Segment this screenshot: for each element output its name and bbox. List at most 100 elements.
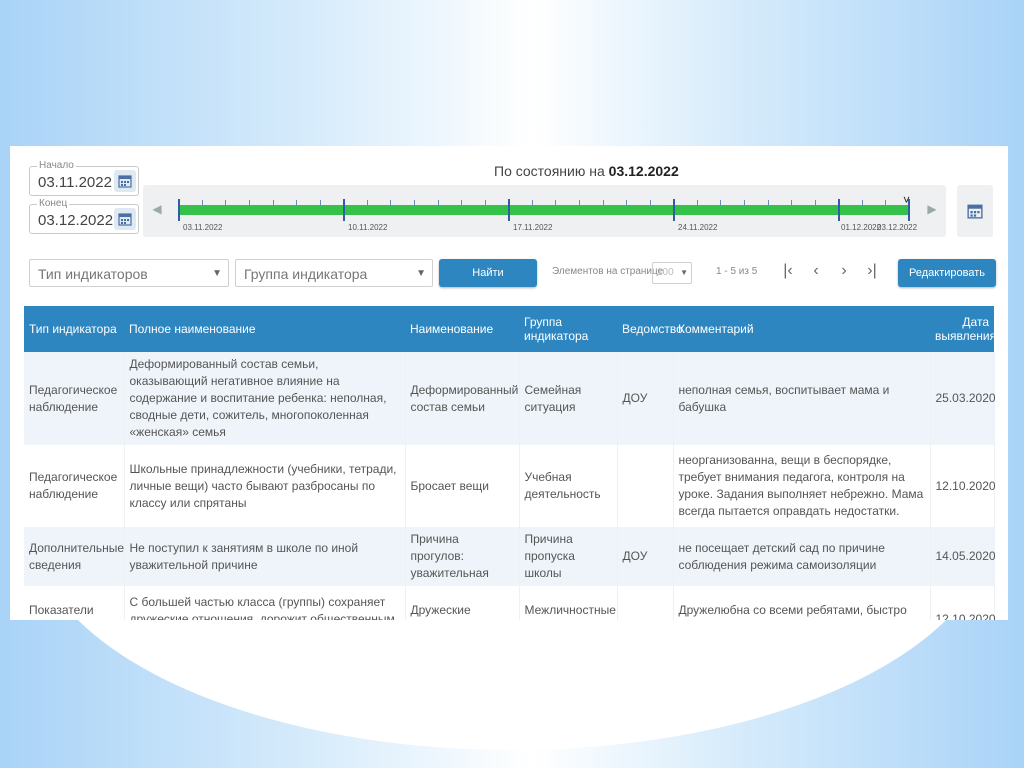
timeline-minor-tick	[461, 200, 462, 206]
timeline-minor-tick	[296, 200, 297, 206]
column-header[interactable]: Комментарий	[673, 306, 930, 352]
timeline-major-tick	[673, 199, 675, 221]
timeline-minor-tick	[862, 200, 863, 206]
table-cell: 14.05.2020	[930, 527, 996, 586]
table-cell: Семейная ситуация	[519, 352, 618, 445]
arrow-right-icon[interactable]: ▶	[924, 201, 940, 217]
table-cell: С большей частью класса (группы) сохраня…	[124, 586, 406, 620]
indicator-group-select[interactable]: Группа индикатора ▼	[235, 259, 433, 287]
column-header[interactable]: Дата выявления	[930, 306, 996, 352]
as-of-date: 03.12.2022	[608, 163, 679, 179]
timeline-label: 03.12.2022	[877, 223, 918, 232]
timeline-handle[interactable]: ˅	[903, 193, 910, 207]
column-header[interactable]: Тип индикатора	[24, 306, 124, 352]
table-cell: Деформированный состав семьи	[405, 352, 520, 445]
timeline-minor-tick	[626, 200, 627, 206]
first-page-icon[interactable]: |‹	[778, 260, 798, 282]
timeline-major-tick	[838, 199, 840, 221]
table-cell: Дополнительные сведения	[24, 527, 125, 586]
timeline-minor-tick	[202, 200, 203, 206]
timeline-minor-tick	[603, 200, 604, 206]
column-header[interactable]: Полное наименование	[124, 306, 405, 352]
arrow-left-icon[interactable]: ◀	[149, 201, 165, 217]
timeline-minor-tick	[768, 200, 769, 206]
per-page-select[interactable]: 100 ▼	[652, 262, 692, 284]
timeline-minor-tick	[579, 200, 580, 206]
prev-page-icon[interactable]: ‹	[806, 260, 826, 282]
indicator-type-placeholder: Тип индикаторов	[38, 266, 148, 282]
column-header[interactable]: Ведомство	[617, 306, 683, 352]
chevron-down-icon: ▼	[680, 268, 688, 277]
start-date-value[interactable]: 03.11.2022	[38, 174, 112, 191]
timeline-slider[interactable]: ◀ ˅ 03.11.2022 10.11.2022 17.11.2022 24.…	[143, 185, 946, 237]
column-header[interactable]: Наименование	[405, 306, 519, 352]
table-cell: Причина пропуска школы	[519, 527, 618, 586]
table-row[interactable]: Дополнительные сведения Не поступил к за…	[24, 527, 996, 586]
table-header-row: Тип индикатора Полное наименование Наиме…	[24, 306, 996, 352]
as-of-heading: По состоянию на 03.12.2022	[494, 163, 679, 179]
indicators-table: Тип индикатора Полное наименование Наиме…	[24, 306, 996, 620]
per-page-value: 100	[657, 267, 674, 278]
timeline-label: 17.11.2022	[513, 223, 553, 232]
table-cell: Не поступил к занятиям в школе по иной у…	[124, 527, 406, 586]
table-cell: Школьные принадлежности (учебники, тетра…	[124, 445, 406, 527]
table-row[interactable]: Педагогическое наблюдение Деформированны…	[24, 352, 996, 445]
table-row[interactable]: Показатели успешности С большей частью к…	[24, 586, 996, 620]
column-header[interactable]: Группа индикатора	[519, 306, 617, 352]
end-date-label: Конец	[37, 198, 70, 209]
timeline-minor-tick	[532, 200, 533, 206]
table-cell: 12.10.2020	[930, 586, 996, 620]
table-row[interactable]: Педагогическое наблюдение Школьные прина…	[24, 445, 996, 527]
timeline-minor-tick	[249, 200, 250, 206]
table-cell: Дружеские отношения	[405, 586, 520, 620]
timeline-minor-tick	[414, 200, 415, 206]
table-cell: 25.03.2020	[930, 352, 996, 445]
timeline-minor-tick	[485, 200, 486, 206]
per-page-label: Элементов на странице	[552, 266, 664, 277]
timeline-minor-tick	[885, 200, 886, 206]
timeline-minor-tick	[697, 200, 698, 206]
table-cell: неполная семья, воспитывает мама и бабуш…	[673, 352, 931, 445]
table-cell: Показатели успешности	[24, 586, 125, 620]
last-page-icon[interactable]: ›|	[862, 260, 882, 282]
indicator-type-select[interactable]: Тип индикаторов ▼	[29, 259, 229, 287]
table-cell: Межличностные отношения	[519, 586, 618, 620]
table-cell: Причина прогулов: уважительная	[405, 527, 520, 586]
next-page-icon[interactable]: ›	[834, 260, 854, 282]
table-cell: ДОУ	[617, 527, 674, 586]
timeline-minor-tick	[273, 200, 274, 206]
chevron-down-icon: ▼	[212, 268, 222, 279]
as-of-prefix: По состоянию на	[494, 163, 605, 179]
timeline-minor-tick	[555, 200, 556, 206]
timeline-label: 01.12.2022	[841, 223, 882, 232]
timeline-major-tick	[178, 199, 180, 221]
table-cell: Деформированный состав семьи, оказывающи…	[124, 352, 406, 445]
indicator-group-placeholder: Группа индикатора	[244, 266, 368, 282]
table-cell: 12.10.2020	[930, 445, 996, 527]
table-cell	[617, 445, 674, 527]
table-cell: Учебная деятельность	[519, 445, 618, 527]
timeline-minor-tick	[438, 200, 439, 206]
start-date-label: Начало	[37, 160, 76, 171]
edit-button[interactable]: Редактировать	[898, 259, 996, 287]
table-cell: Дружелюбна со всеми ребятами, быстро нах…	[673, 586, 931, 620]
timeline-track[interactable]	[179, 205, 909, 215]
timeline-minor-tick	[390, 200, 391, 206]
find-button[interactable]: Найти	[439, 259, 537, 287]
timeline-label: 24.11.2022	[678, 223, 718, 232]
calendar-icon[interactable]	[114, 208, 136, 230]
timeline-label: 03.11.2022	[183, 223, 223, 232]
chevron-down-icon: ▼	[416, 268, 426, 279]
table-cell: Педагогическое наблюдение	[24, 445, 125, 527]
timeline-major-tick	[508, 199, 510, 221]
table-cell: ДОУ	[617, 352, 674, 445]
table-cell: Бросает вещи	[405, 445, 520, 527]
start-date-group: 03.11.2022 Начало	[29, 160, 139, 196]
timeline-minor-tick	[225, 200, 226, 206]
calendar-icon[interactable]	[114, 170, 136, 192]
pagination-range: 1 - 5 из 5	[716, 266, 758, 277]
end-date-value[interactable]: 03.12.2022	[38, 212, 113, 229]
calendar-icon[interactable]	[957, 185, 993, 237]
timeline-minor-tick	[650, 200, 651, 206]
timeline-label: 10.11.2022	[348, 223, 388, 232]
